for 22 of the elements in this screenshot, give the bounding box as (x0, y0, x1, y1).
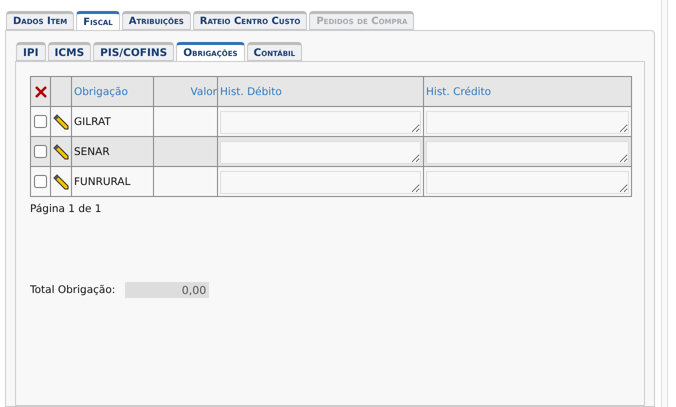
pencil-icon[interactable] (53, 144, 69, 160)
tab[interactable]: Atribuições (122, 11, 191, 30)
table-cell[interactable]: GILRAT (72, 107, 154, 137)
row-checkbox[interactable] (34, 115, 47, 128)
total-field[interactable]: 0,00 (125, 282, 210, 298)
delete-icon[interactable] (34, 86, 46, 98)
tab[interactable]: PIS/COFINS (93, 42, 174, 61)
tab[interactable]: Rateio Centro Custo (192, 11, 308, 30)
row-checkbox[interactable] (34, 175, 47, 188)
table-cell[interactable]: FUNRURAL (72, 167, 154, 197)
tab[interactable]: ICMS (48, 42, 92, 61)
tab[interactable]: Obrigações (176, 42, 245, 62)
table-cell[interactable]: SENAR (72, 137, 154, 167)
pencil-icon[interactable] (53, 114, 69, 130)
tab[interactable]: IPI (16, 42, 46, 61)
page-indicator: Página 1 de 1 (30, 203, 102, 215)
field-label: Total Obrigação: (30, 284, 116, 296)
tab[interactable]: Dados Item (6, 11, 74, 30)
tab[interactable]: Contábil (246, 42, 302, 61)
pencil-icon[interactable] (53, 174, 69, 190)
row-checkbox[interactable] (34, 145, 47, 158)
tab[interactable]: Fiscal (76, 11, 120, 31)
